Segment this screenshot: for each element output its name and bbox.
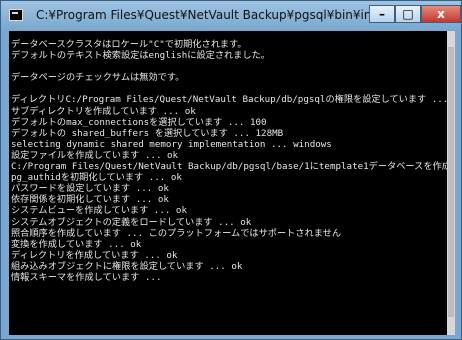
close-button[interactable]: x [421,5,461,23]
console-line: selecting dynamic shared memory implemen… [11,138,332,150]
console-line: パスワードを設定しています ... ok [11,183,169,195]
console-line: データベースクラスタはロケール"C"で初期化されます。 [11,39,247,50]
maximize-button[interactable]: □ [395,5,421,23]
minimize-button[interactable]: – [369,5,395,23]
scrollbar-thumb[interactable] [448,47,454,317]
console-line: デフォルトのテキスト検索設定はenglishに設定されました。 [11,50,270,62]
console-line: pg_authidを初期化しています ... ok [11,172,182,184]
title-bar[interactable]: C:¥Program Files¥Quest¥NetVault Backup¥p… [1,1,461,31]
console-line: システムビューを作成しています ... ok [11,205,187,217]
console-app-icon[interactable] [9,9,23,21]
console-line: 組み込みオブジェクトに権限を設定しています ... ok [11,260,243,272]
console-line: ディレクトリC:/Program Files/Quest/NetVault Ba… [11,94,447,106]
console-line: 依存関係を初期化しています ... ok [11,194,169,206]
console-output-area[interactable]: データベースクラスタはロケール"C"で初期化されます。 デフォルトのテキスト検索… [9,31,455,335]
console-line: データページのチェックサムは無効です。 [11,72,185,84]
console-line: 照合順序を作成しています ... このプラットフォームではサポートされません [11,227,342,239]
console-line: 変換を作成しています ... ok [11,238,142,250]
window-title: C:¥Program Files¥Quest¥NetVault Backup¥p… [36,8,420,22]
console-line: サブディレクトリを作成しています ... ok [11,105,196,117]
console-line: ディレクトリを作成しています ... ok [11,249,178,261]
console-lines: データベースクラスタはロケール"C"で初期化されます。 デフォルトのテキスト検索… [11,39,447,283]
console-window: C:¥Program Files¥Quest¥NetVault Backup¥p… [0,0,462,340]
console-line: デフォルトの shared_buffers を選択しています ... 128MB [11,127,284,139]
console-line: 設定ファイルを作成しています ... ok [11,149,179,161]
vertical-scrollbar[interactable] [447,31,455,335]
console-line: 情報スキーマを作成しています ... [11,271,162,283]
console-line: C:/Program Files/Quest/NetVault Backup/d… [11,161,447,173]
console-line: デフォルトのmax_connectionsを選択しています ... 100 [11,116,267,128]
console-line: システムオブジェクトの定義をロードしています ... ok [11,216,252,228]
